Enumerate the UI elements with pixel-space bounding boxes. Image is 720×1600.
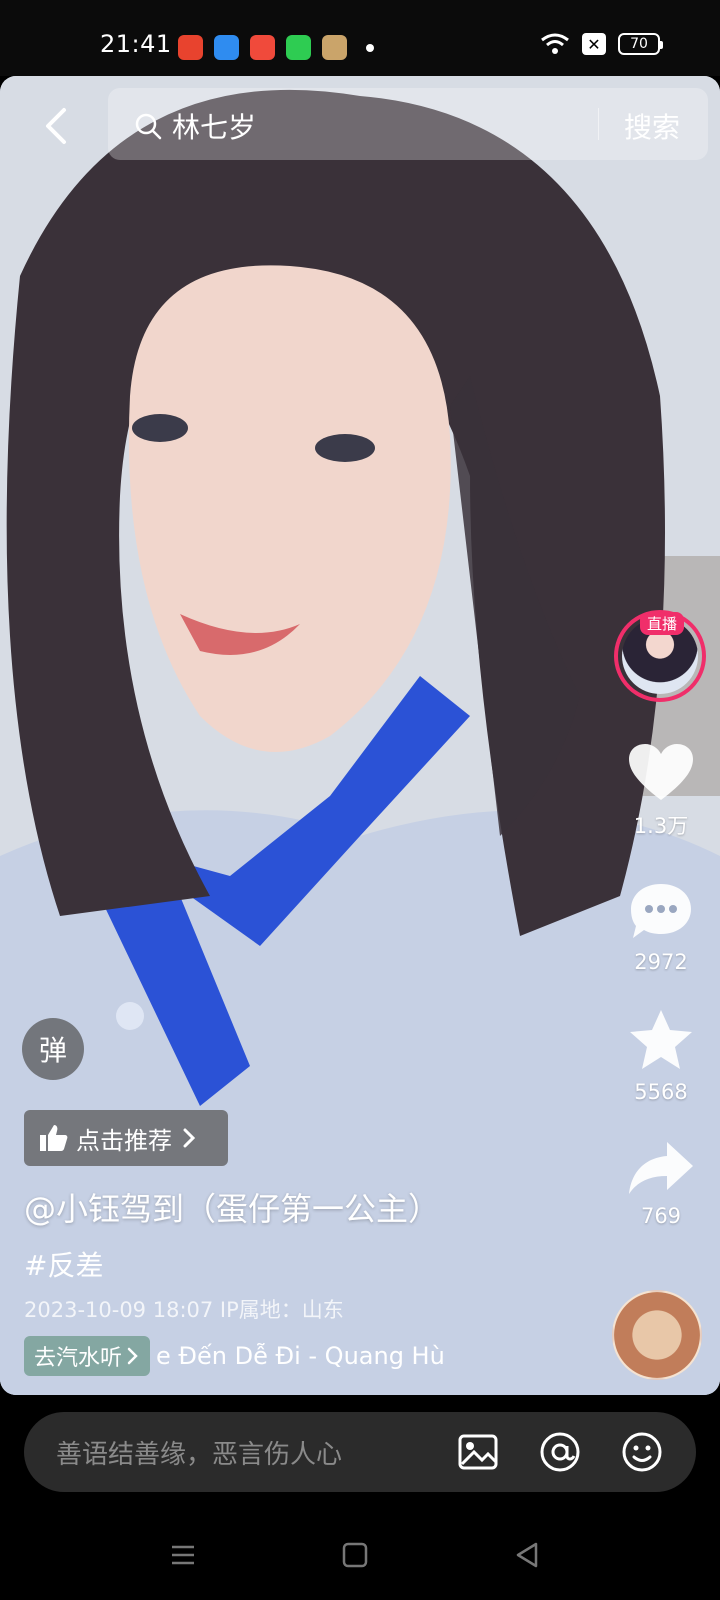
- wifi-icon: [541, 33, 569, 54]
- battery-icon: 70: [618, 33, 663, 55]
- menu-icon[interactable]: [168, 1540, 198, 1570]
- music-disc-icon[interactable]: [612, 1290, 702, 1380]
- comment-button[interactable]: 2972: [616, 880, 706, 974]
- recommend-label: 点击推荐: [76, 1126, 172, 1155]
- heart-icon: [629, 744, 693, 800]
- danmu-toggle-button[interactable]: 弹: [22, 1018, 84, 1080]
- status-bar: 21:41 ✕ 70: [0, 0, 720, 76]
- music-title[interactable]: e Đến Dễ Đi - Quang Hùn: [156, 1342, 446, 1370]
- app-notification-icon: [178, 35, 203, 60]
- like-count: 1.3万: [633, 814, 689, 838]
- favorite-count: 5568: [634, 1080, 688, 1104]
- hashtag-link[interactable]: #反差: [24, 1244, 103, 1284]
- no-sim-icon: ✕: [582, 33, 606, 55]
- app-notification-icon: [322, 35, 347, 60]
- comment-bubble-icon: [631, 884, 691, 938]
- like-button[interactable]: 1.3万: [616, 742, 706, 840]
- app-notification-icon: [286, 35, 311, 60]
- recommend-button[interactable]: 点击推荐: [24, 1110, 228, 1166]
- app-notification-icon: [250, 35, 275, 60]
- back-triangle-icon[interactable]: [512, 1540, 542, 1570]
- music-row[interactable]: 去汽水听 e Đến Dễ Đi - Quang Hùn: [24, 1336, 446, 1376]
- video-player[interactable]: 林七岁 搜索 直播 1.3万 2972 5568 769 弹 点击推荐 @小钰驾…: [0, 76, 720, 1395]
- chevron-right-icon: [127, 1347, 138, 1365]
- system-nav-bar: [0, 1510, 720, 1600]
- status-time: 21:41: [100, 30, 172, 58]
- more-notifications-dot: [366, 43, 374, 52]
- image-icon[interactable]: [456, 1430, 500, 1474]
- home-icon[interactable]: [340, 1540, 370, 1570]
- author-name[interactable]: @小钰驾到（蛋仔第一公主）: [24, 1184, 440, 1230]
- search-input[interactable]: 林七岁: [172, 106, 256, 146]
- live-avatar[interactable]: 直播: [614, 610, 706, 702]
- share-arrow-icon: [629, 1142, 693, 1194]
- search-bar[interactable]: 林七岁 搜索: [108, 88, 708, 160]
- back-chevron-icon[interactable]: [36, 104, 80, 148]
- status-indicators: ✕ 70: [540, 32, 663, 56]
- chevron-right-icon: [183, 1128, 196, 1148]
- comment-bar[interactable]: 善语结善缘，恶言伤人心: [24, 1412, 696, 1492]
- music-chip[interactable]: 去汽水听: [24, 1336, 151, 1376]
- emoji-icon[interactable]: [620, 1430, 664, 1474]
- app-notification-icon: [214, 35, 239, 60]
- share-button[interactable]: 769: [616, 1138, 706, 1228]
- comment-input[interactable]: 善语结善缘，恶言伤人心: [56, 1434, 342, 1471]
- comment-count: 2972: [634, 950, 688, 974]
- music-chip-label: 去汽水听: [34, 1346, 123, 1371]
- post-meta: 2023-10-09 18:07 IP属地：山东: [24, 1298, 344, 1322]
- share-count: 769: [640, 1204, 682, 1228]
- thumbs-up-icon: [40, 1125, 68, 1151]
- search-icon: [135, 113, 162, 140]
- favorite-button[interactable]: 5568: [616, 1006, 706, 1104]
- live-badge: 直播: [640, 612, 685, 635]
- status-app-icons: [178, 35, 374, 60]
- search-divider: [598, 108, 599, 140]
- star-icon: [630, 1010, 692, 1069]
- search-button[interactable]: 搜索: [624, 106, 680, 146]
- at-icon[interactable]: [538, 1430, 582, 1474]
